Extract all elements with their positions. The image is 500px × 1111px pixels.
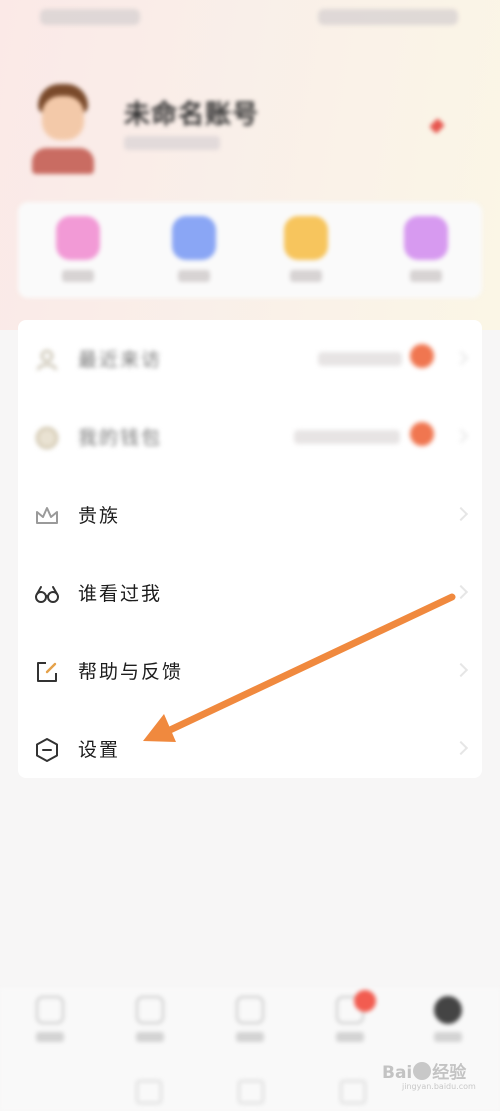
watermark-url: jingyan.baidu.com: [402, 1082, 476, 1091]
profile-name: 未命名账号: [124, 100, 260, 130]
chevron-right-icon: [453, 350, 469, 366]
menu-item-label: 最近来访: [78, 349, 163, 371]
menu-item-label: 贵族: [78, 505, 121, 527]
profile-section[interactable]: 未命名账号: [0, 80, 500, 180]
tab-messages[interactable]: [330, 990, 376, 1052]
discover-icon: [236, 996, 264, 1024]
status-bar: [0, 0, 500, 36]
quick-action-3[interactable]: [276, 216, 336, 286]
tab-me[interactable]: [428, 996, 468, 1052]
tab-home[interactable]: [30, 996, 70, 1052]
menu-item-who-viewed-me[interactable]: 谁看过我: [18, 554, 482, 632]
menu-item-nobility[interactable]: 贵族: [18, 476, 482, 554]
home-icon: [36, 996, 64, 1024]
me-icon: [434, 996, 462, 1024]
nav-home-key[interactable]: [238, 1080, 264, 1104]
chevron-right-icon: [453, 740, 469, 756]
profile-subtitle: [124, 136, 220, 150]
notification-dot: [410, 344, 434, 368]
menu-item-settings[interactable]: 设置: [18, 710, 482, 788]
smile-icon: [284, 216, 328, 260]
chevron-right-icon: [453, 584, 469, 600]
profile-tag-icon: [429, 118, 445, 134]
menu-item-label: 设置: [78, 739, 121, 761]
quick-action-2[interactable]: [164, 216, 224, 286]
crown-icon: [36, 507, 58, 524]
menu-item-wallet[interactable]: 我的钱包: [18, 398, 482, 476]
edit-icon: [37, 662, 57, 682]
chat-icon: [172, 216, 216, 260]
menu-item-label: 帮助与反馈: [78, 661, 184, 683]
glasses-icon: [35, 586, 59, 603]
wallet-icon: [36, 427, 58, 449]
nav-back-key[interactable]: [340, 1080, 366, 1104]
menu-item-help-feedback[interactable]: 帮助与反馈: [18, 632, 482, 710]
gift-icon: [404, 216, 448, 260]
settings-icon: [36, 738, 58, 762]
visitor-icon: [37, 350, 57, 371]
menu-item-label: 我的钱包: [78, 427, 163, 449]
chevron-right-icon: [453, 662, 469, 678]
quick-action-1[interactable]: [48, 216, 108, 286]
notification-dot: [410, 422, 434, 446]
menu-item-visitors[interactable]: 最近来访: [18, 320, 482, 398]
status-bar-left: [40, 9, 140, 25]
tab-moments[interactable]: [130, 996, 170, 1052]
unread-badge: [354, 990, 376, 1012]
chevron-right-icon: [453, 506, 469, 522]
chevron-right-icon: [453, 428, 469, 444]
quick-action-4[interactable]: [396, 216, 456, 286]
menu-item-label: 谁看过我: [78, 583, 163, 605]
menu-card: 最近来访 我的钱包 贵族 谁看过我 帮助与反馈 设置: [18, 320, 482, 778]
heart-icon: [56, 216, 100, 260]
tab-discover[interactable]: [230, 996, 270, 1052]
status-bar-right: [318, 9, 458, 25]
nav-menu-key[interactable]: [136, 1080, 162, 1104]
quick-actions-card: [18, 202, 482, 298]
paw-logo-icon: [413, 1062, 432, 1080]
moments-icon: [136, 996, 164, 1024]
avatar[interactable]: [30, 84, 96, 174]
watermark: Bai 经验: [382, 1062, 467, 1083]
